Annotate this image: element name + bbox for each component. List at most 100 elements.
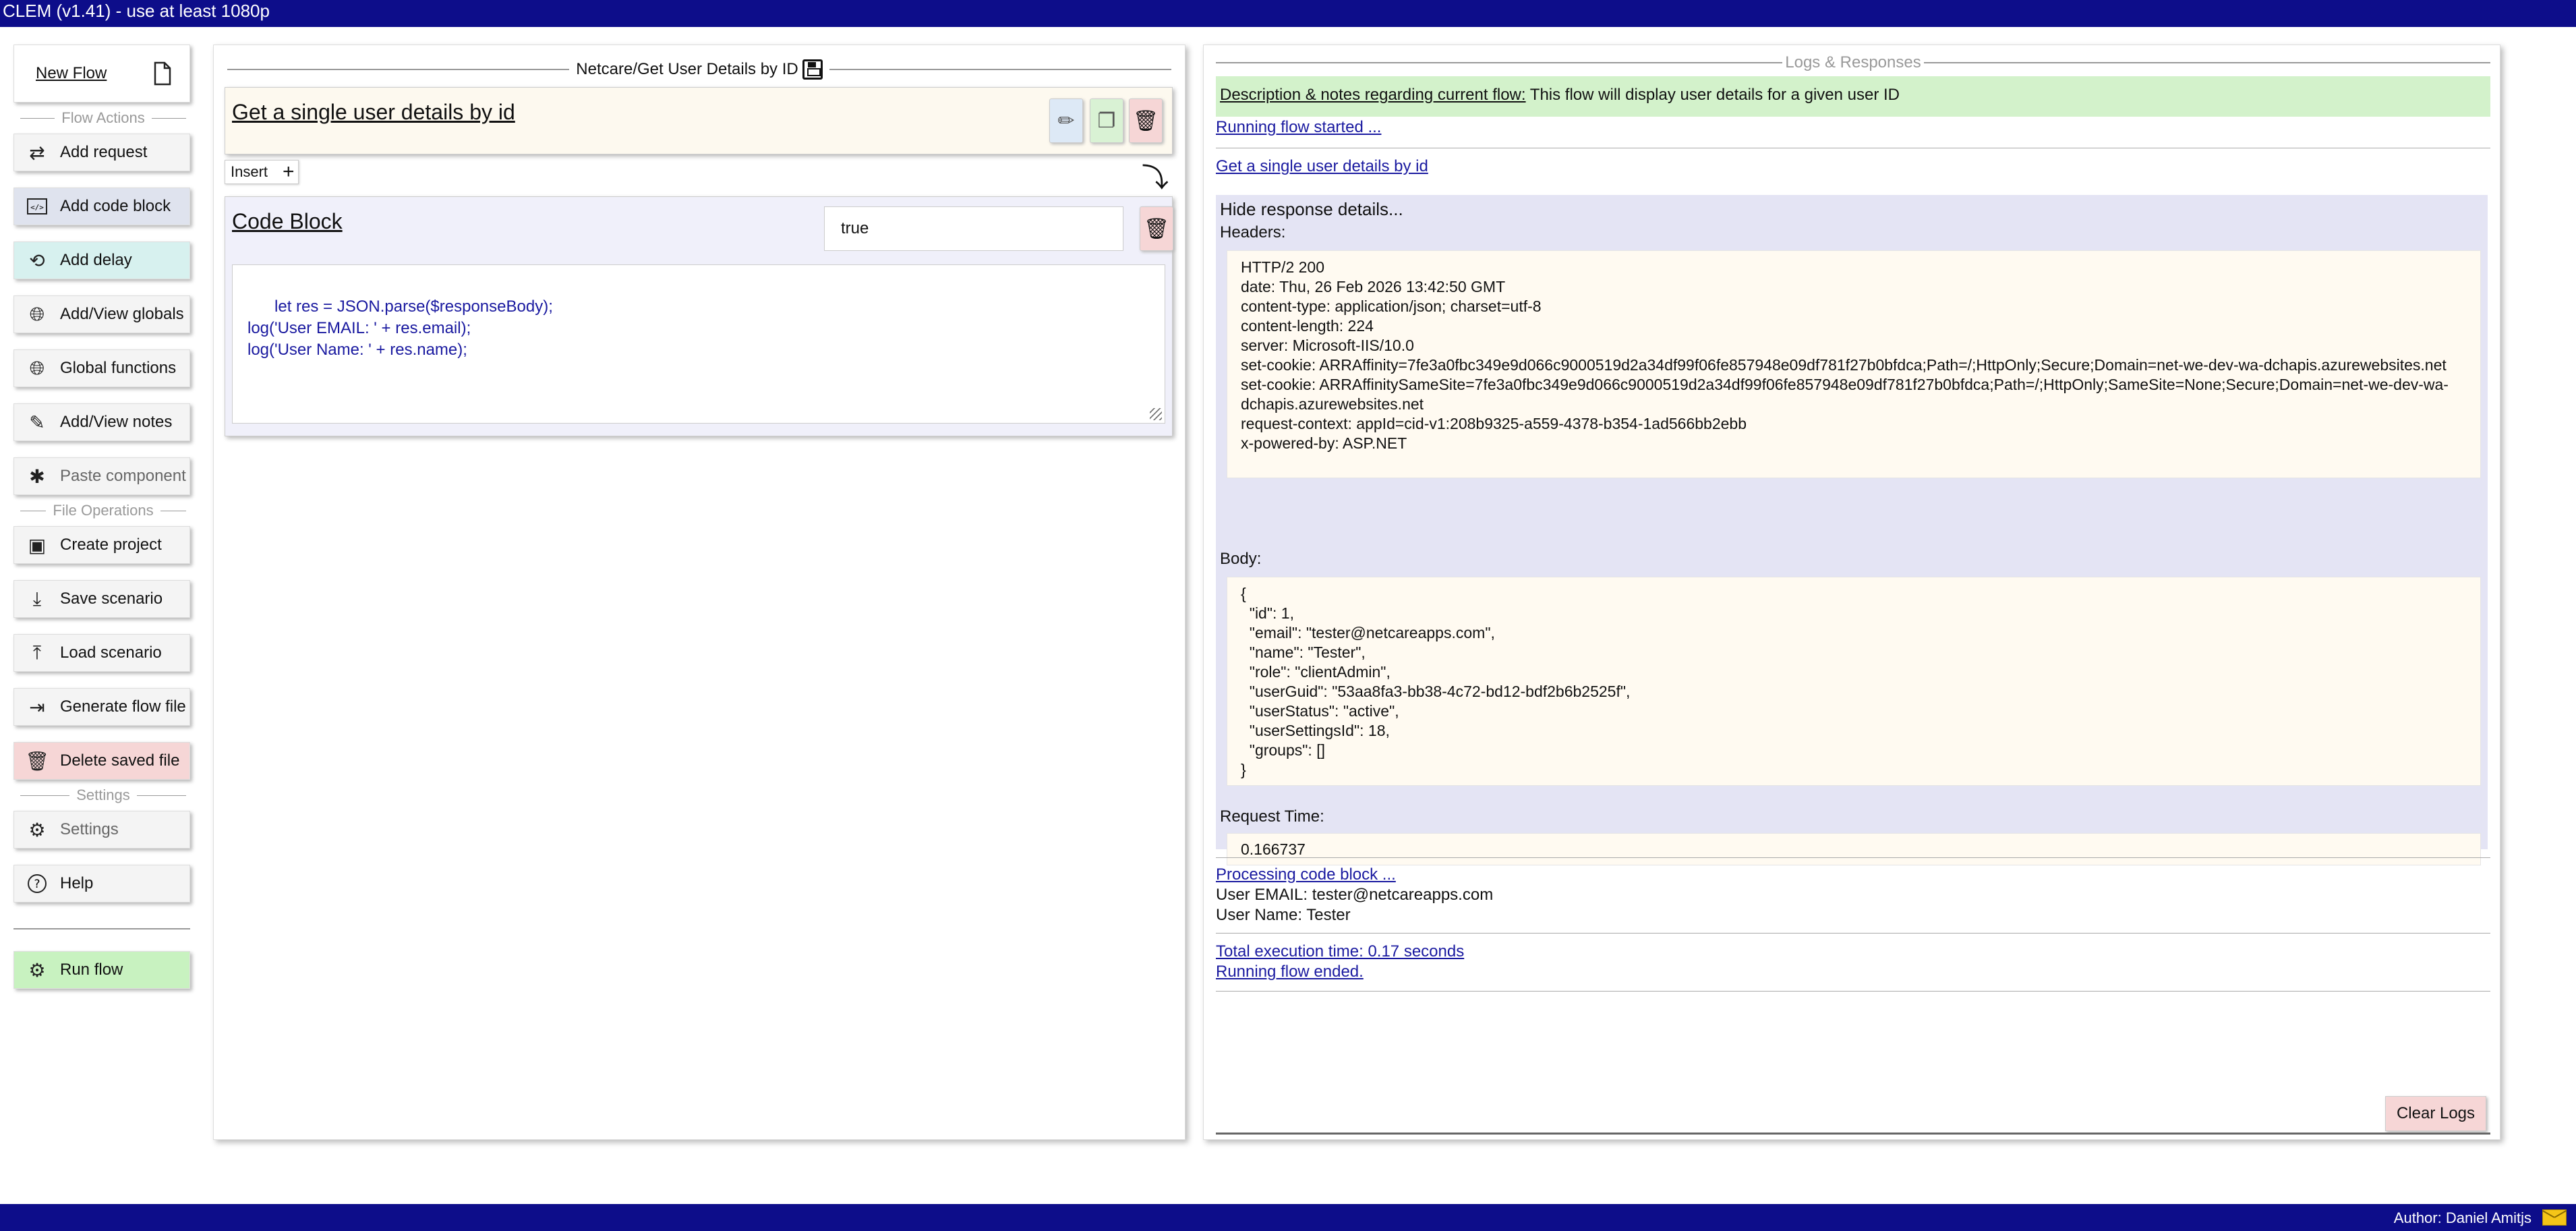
sidebar: New Flow Flow Actions ⇄ Add request </> …	[13, 45, 193, 989]
window-title: CLEM (v1.41) - use at least 1080p	[3, 1, 270, 21]
swap-arrows-icon: ⇄	[29, 142, 45, 163]
sliders-icon: ⚙︎	[28, 819, 46, 840]
request-log-link[interactable]: Get a single user details by id	[1216, 157, 1428, 176]
code-icon: </>	[24, 193, 51, 220]
flow-ended-link[interactable]: Running flow ended.	[1216, 963, 1364, 981]
code-block-card[interactable]: Code Block true 🗑︎ let res = JSON.parse(…	[225, 196, 1173, 436]
paste-component-button[interactable]: ✱ Paste component	[13, 457, 190, 495]
request-card[interactable]: Get a single user details by id ✏︎ ❐ 🗑︎	[225, 87, 1173, 154]
plus-icon: +	[283, 161, 295, 183]
add-view-notes-label: Add/View notes	[60, 413, 173, 431]
copy-icon: ❐	[1097, 109, 1116, 132]
new-flow-button[interactable]: New Flow	[13, 45, 190, 103]
sidebar-divider	[13, 928, 190, 929]
edit-button[interactable]: ✏︎	[1049, 98, 1083, 143]
flow-title: Netcare/Get User Details by ID	[227, 56, 1171, 83]
delete-code-block-button[interactable]: 🗑︎	[1140, 206, 1173, 251]
help-button[interactable]: ? Help	[13, 865, 190, 903]
add-request-label: Add request	[60, 143, 148, 161]
logs-title-text: Logs & Responses	[1785, 53, 1921, 71]
history-icon: ⟲	[29, 250, 45, 271]
flow-title-text: Netcare/Get User Details by ID	[576, 60, 798, 78]
running-started-link[interactable]: Running flow started ...	[1216, 118, 1381, 137]
create-project-button[interactable]: ▣ Create project	[13, 526, 190, 564]
run-flow-button[interactable]: ⚙︎ Run flow	[13, 951, 190, 989]
global-functions-label: Global functions	[60, 359, 177, 377]
total-time-link[interactable]: Total execution time: 0.17 seconds	[1216, 942, 1464, 961]
section-file-operations: File Operations	[13, 502, 193, 519]
request-time-box: 0.166737	[1227, 833, 2481, 865]
flow-description: Description & notes regarding current fl…	[1216, 76, 2490, 117]
puzzle-icon: ✱	[29, 465, 45, 487]
generate-flow-file-button[interactable]: ⇥ Generate flow file	[13, 688, 190, 726]
clear-logs-label: Clear Logs	[2396, 1104, 2476, 1122]
mail-icon[interactable]	[2542, 1209, 2567, 1226]
request-time-label: Request Time:	[1220, 807, 1324, 826]
globe-icon: 🌐︎	[29, 357, 45, 378]
body-box: { "id": 1, "email": "tester@netcareapps.…	[1227, 577, 2481, 786]
code-editor[interactable]: let res = JSON.parse($responseBody); log…	[232, 264, 1165, 424]
trash-icon: 🗑︎	[1132, 109, 1159, 132]
hide-response-toggle[interactable]: Hide response details...	[1220, 199, 1403, 220]
download-tray-icon: ⤓	[32, 588, 42, 609]
logs-panel: Logs & Responses Description & notes reg…	[1203, 45, 2500, 1140]
insert-label: Insert	[231, 163, 268, 180]
load-scenario-button[interactable]: ⤒ Load scenario	[13, 634, 190, 672]
log-divider	[1216, 991, 2490, 992]
create-project-label: Create project	[60, 536, 162, 554]
svg-text:</>: </>	[30, 203, 44, 212]
processing-link[interactable]: Processing code block ...	[1216, 865, 1396, 884]
log-output-email: User EMAIL: tester@netcareapps.com	[1216, 886, 1494, 904]
delete-saved-file-label: Delete saved file	[60, 751, 180, 770]
trash-icon: 🗑︎	[1143, 217, 1170, 240]
headers-box: HTTP/2 200 date: Thu, 26 Feb 2026 13:42:…	[1227, 250, 2481, 478]
trash-icon: 🗑︎	[25, 750, 49, 772]
global-functions-button[interactable]: 🌐︎ Global functions	[13, 349, 190, 387]
headers-label: Headers:	[1220, 223, 1286, 241]
delete-saved-file-button[interactable]: 🗑︎ Delete saved file	[13, 742, 190, 780]
question-icon: ?	[24, 870, 51, 897]
add-request-button[interactable]: ⇄ Add request	[13, 134, 190, 171]
clear-logs-button[interactable]: Clear Logs	[2385, 1096, 2486, 1131]
add-delay-label: Add delay	[60, 251, 132, 269]
pencil-icon: ✏︎	[1057, 109, 1075, 132]
upload-tray-icon: ⤒	[32, 641, 42, 663]
load-scenario-label: Load scenario	[60, 643, 162, 662]
code-text: let res = JSON.parse($responseBody); log…	[247, 297, 553, 359]
curved-arrow-icon[interactable]: ⤵	[1142, 156, 1169, 195]
new-flow-label: New Flow	[36, 64, 107, 82]
globe-icon: 🌐︎	[29, 303, 45, 324]
folder-icon: ▣	[28, 534, 47, 556]
delete-request-button[interactable]: 🗑︎	[1129, 98, 1163, 143]
code-block-name[interactable]: Code Block	[232, 209, 343, 234]
paste-component-label: Paste component	[60, 467, 186, 485]
resize-handle[interactable]	[1150, 408, 1162, 420]
svg-text:?: ?	[34, 878, 40, 891]
save-scenario-label: Save scenario	[60, 590, 163, 608]
copy-button[interactable]: ❐	[1090, 98, 1123, 143]
export-icon: ⇥	[29, 696, 45, 718]
log-divider	[1216, 857, 2490, 858]
gears-icon: ⚙︎	[28, 959, 46, 981]
insert-button[interactable]: Insert +	[225, 160, 299, 184]
save-icon[interactable]	[802, 59, 823, 80]
help-label: Help	[60, 874, 94, 892]
add-code-block-button[interactable]: </> Add code block	[13, 188, 190, 225]
new-document-icon	[149, 60, 176, 87]
add-code-block-label: Add code block	[60, 197, 171, 215]
run-flow-label: Run flow	[60, 961, 123, 979]
footer-bar: Author: Daniel Amitjs	[0, 1204, 2576, 1231]
add-view-notes-button[interactable]: ✎ Add/View notes	[13, 403, 190, 441]
description-label: Description & notes regarding current fl…	[1220, 86, 1526, 104]
author-text: Author: Daniel Amitjs	[2393, 1209, 2531, 1226]
condition-input[interactable]: true	[824, 206, 1123, 251]
request-name[interactable]: Get a single user details by id	[232, 100, 515, 125]
settings-button[interactable]: ⚙︎ Settings	[13, 811, 190, 849]
window-title-bar: CLEM (v1.41) - use at least 1080p	[0, 0, 2576, 27]
save-scenario-button[interactable]: ⤓ Save scenario	[13, 580, 190, 618]
add-delay-button[interactable]: ⟲ Add delay	[13, 241, 190, 279]
add-view-globals-button[interactable]: 🌐︎ Add/View globals	[13, 295, 190, 333]
log-output-name: User Name: Tester	[1216, 906, 1351, 924]
description-text: This flow will display user details for …	[1525, 86, 1900, 104]
section-flow-actions: Flow Actions	[13, 109, 193, 127]
